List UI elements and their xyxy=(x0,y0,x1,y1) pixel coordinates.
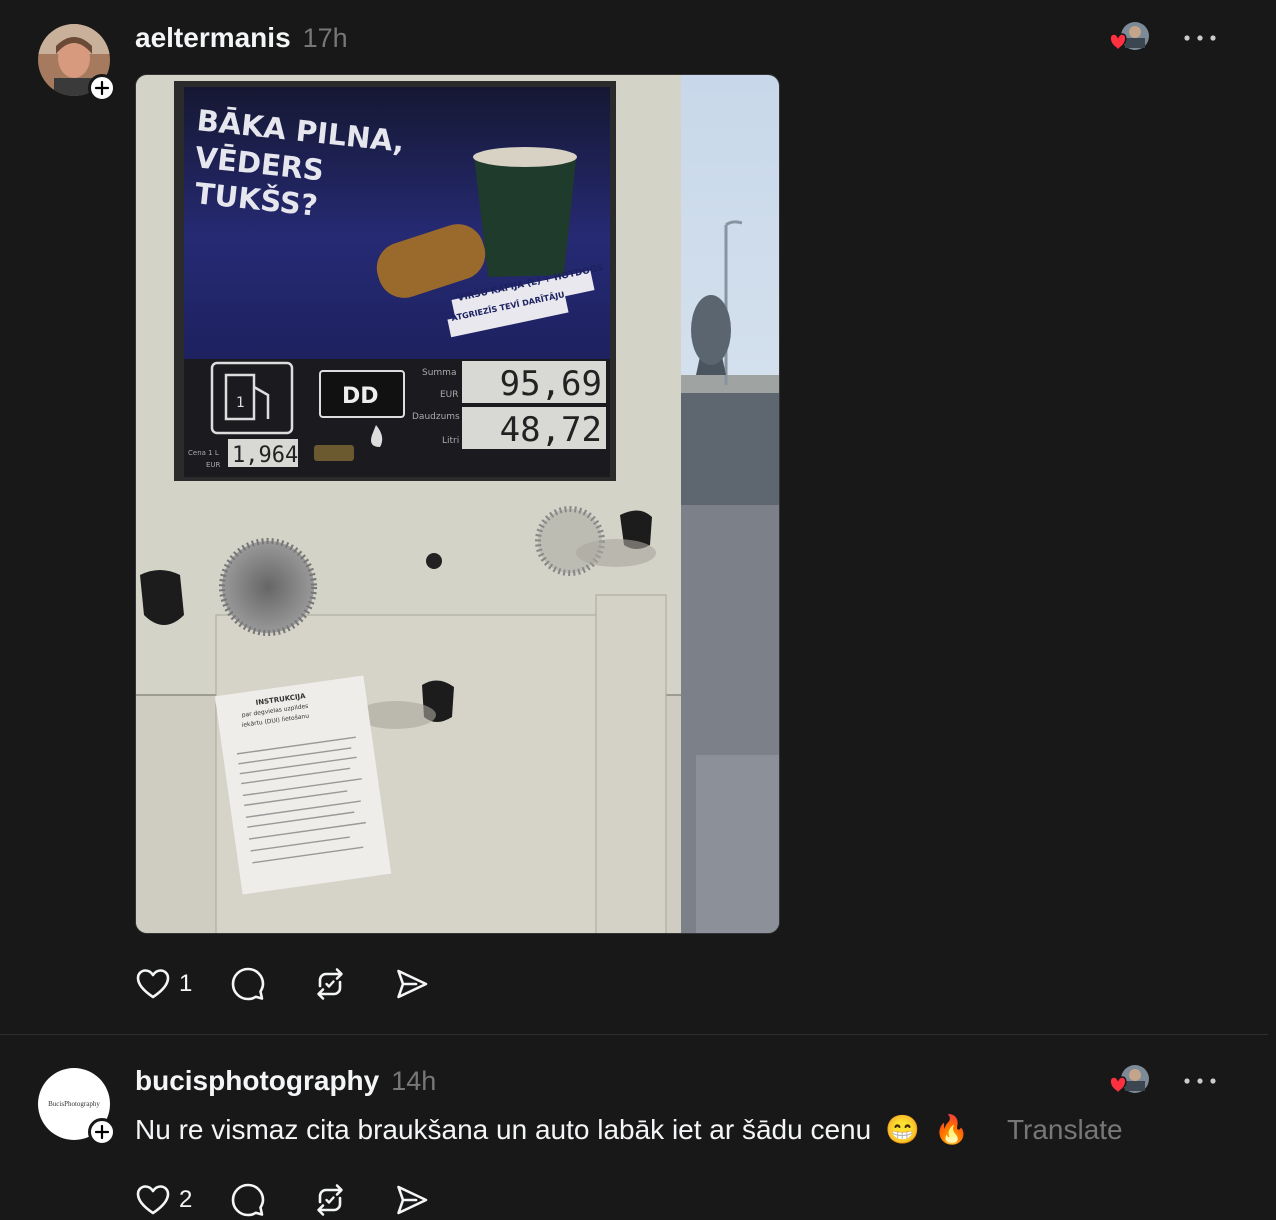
comment-icon xyxy=(232,1183,265,1217)
price-display: 1,964 xyxy=(232,443,298,468)
heart-icon xyxy=(136,969,170,999)
more-options-icon[interactable] xyxy=(1182,1071,1218,1091)
more-options-icon[interactable] xyxy=(1182,28,1218,48)
label-summa: Summa xyxy=(422,368,456,378)
user-avatar[interactable]: BucisPhotography xyxy=(38,1068,116,1146)
thread-reply: BucisPhotography bucisphotography 14h Nu… xyxy=(0,1035,1268,1219)
heart-badge-icon xyxy=(1109,33,1127,52)
reply-button[interactable] xyxy=(230,1180,266,1220)
timestamp[interactable]: 14h xyxy=(391,1066,436,1097)
share-icon xyxy=(397,1185,428,1215)
like-button[interactable]: 1 xyxy=(135,964,192,1004)
repost-icon xyxy=(317,1184,344,1216)
translate-link[interactable]: Translate xyxy=(1007,1114,1123,1146)
avatar-logo-text: BucisPhotography xyxy=(48,1100,100,1108)
heart-icon xyxy=(136,1185,170,1215)
post-header: bucisphotography 14h xyxy=(135,1065,436,1097)
share-button[interactable] xyxy=(394,1180,430,1220)
amount-display: 95,69 xyxy=(500,364,602,404)
reply-button[interactable] xyxy=(230,964,266,1004)
action-bar: 1 xyxy=(135,964,476,1004)
post-body: Nu re vismaz cita braukšana un auto labā… xyxy=(135,1113,872,1145)
liters-display: 48,72 xyxy=(500,410,602,450)
repost-icon xyxy=(317,968,344,1000)
comment-icon xyxy=(232,967,265,1001)
label-eur: EUR xyxy=(440,390,459,400)
liked-by-avatar[interactable] xyxy=(1108,1063,1150,1099)
like-count: 2 xyxy=(179,1186,193,1213)
share-icon xyxy=(397,969,428,999)
heart-badge-icon xyxy=(1109,1076,1127,1095)
username[interactable]: aeltermanis xyxy=(135,22,291,54)
post-header: aeltermanis 17h xyxy=(135,22,348,54)
share-button[interactable] xyxy=(394,964,430,1004)
follow-plus-icon[interactable] xyxy=(88,1118,116,1146)
fire-emoji: 🔥 xyxy=(934,1114,969,1145)
action-bar: 2 xyxy=(135,1180,476,1220)
repost-button[interactable] xyxy=(312,964,348,1004)
repost-button[interactable] xyxy=(312,1180,348,1220)
label-cena: Cena 1 L xyxy=(188,449,219,457)
label-litri: Litri xyxy=(442,436,459,446)
timestamp[interactable]: 17h xyxy=(303,23,348,54)
label-daudzums: Daudzums xyxy=(412,412,460,422)
user-avatar[interactable] xyxy=(38,24,116,102)
label-cena-eur: EUR xyxy=(206,461,221,469)
post-text: Nu re vismaz cita braukšana un auto labā… xyxy=(135,1113,1123,1146)
fuel-type: DD xyxy=(342,384,379,409)
post-image[interactable]: BĀKA PILNA, VĒDERS TUKŠS? VIRŠU KAFIJA (… xyxy=(135,74,780,934)
like-button[interactable]: 2 xyxy=(135,1180,192,1220)
pump-number: 1 xyxy=(236,395,245,411)
follow-plus-icon[interactable] xyxy=(88,74,116,102)
liked-by-avatar[interactable] xyxy=(1108,20,1150,56)
like-count: 1 xyxy=(179,970,193,997)
grin-emoji: 😁 xyxy=(885,1114,921,1145)
username[interactable]: bucisphotography xyxy=(135,1065,379,1097)
thread-post: aeltermanis 17h BĀKA PILNA, VĒDERS TUKŠS… xyxy=(0,0,1268,1035)
